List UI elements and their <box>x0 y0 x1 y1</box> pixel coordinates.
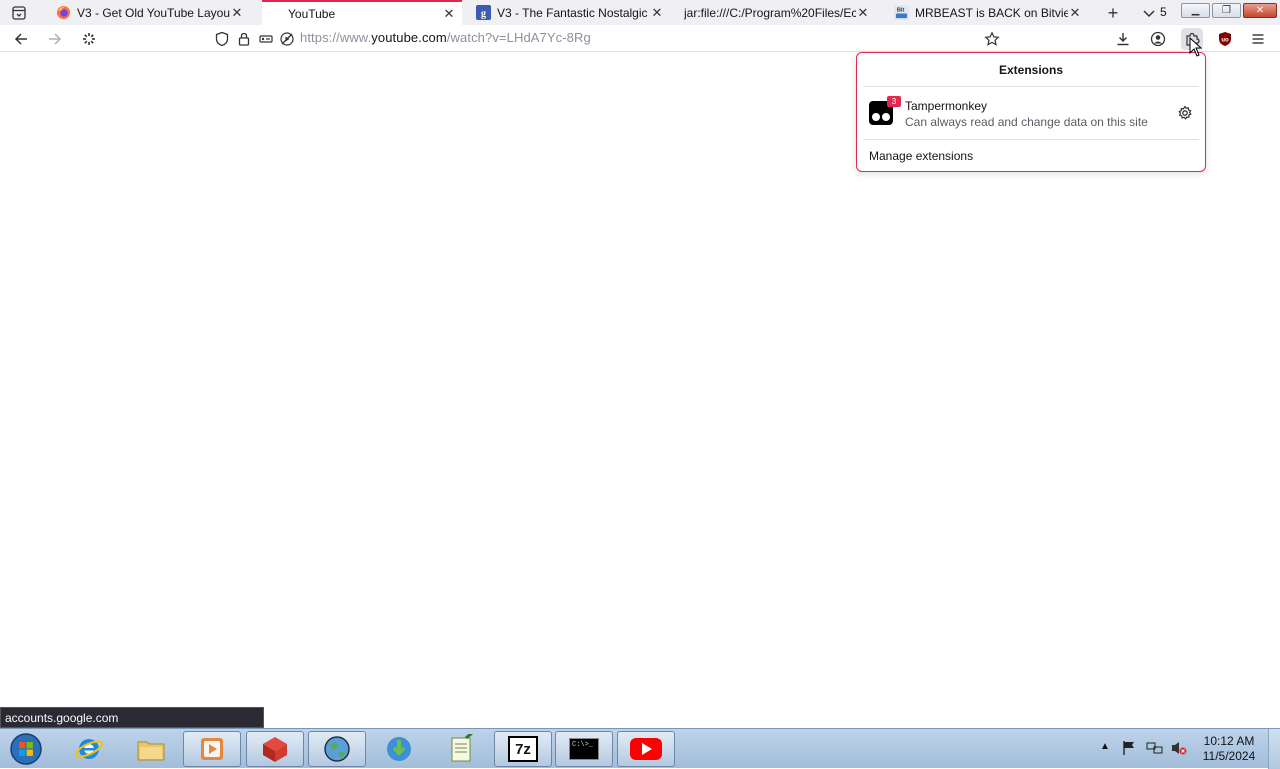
tab-title: jar:file:///C:/Program%20Files/Ec <box>684 5 856 20</box>
downloads-icon[interactable] <box>1112 28 1134 50</box>
account-icon[interactable] <box>1147 28 1169 50</box>
tab-count: 5 <box>1160 5 1167 19</box>
tab-v3-fantastic-nostalgic[interactable]: g V3 - The Fantastic Nostalgic ' ✕ <box>470 0 670 25</box>
tab-jar-file[interactable]: jar:file:///C:/Program%20Files/Ec ✕ <box>678 0 876 25</box>
url-host: youtube.com <box>371 30 447 45</box>
status-link-preview: accounts.google.com <box>0 707 264 728</box>
extension-item-tampermonkey[interactable]: 3 Tampermonkey Can always read and chang… <box>863 93 1199 135</box>
tab-strip: V3 - Get Old YouTube Layout ✕ YouTube ✕ … <box>0 0 1280 25</box>
ublock-origin-icon[interactable]: uo <box>1214 28 1236 50</box>
tab-v3-get-old-layout[interactable]: V3 - Get Old YouTube Layout ✕ <box>50 0 250 25</box>
extensions-panel: Extensions 3 Tampermonkey Can always rea… <box>856 52 1206 172</box>
divider <box>863 139 1199 140</box>
google-g-icon: g <box>476 5 491 20</box>
system-clock[interactable]: 10:12 AM 11/5/2024 <box>1196 734 1262 764</box>
app-red-cube-icon[interactable] <box>246 731 304 767</box>
action-center-flag-icon[interactable] <box>1122 740 1136 759</box>
new-tab-icon[interactable]: + <box>1102 2 1124 24</box>
stop-loading-icon[interactable] <box>78 28 100 50</box>
divider <box>863 86 1199 87</box>
cmd-icon[interactable]: C:\>_ <box>555 731 613 767</box>
start-button[interactable] <box>6 731 46 767</box>
list-all-tabs-icon[interactable] <box>8 2 30 24</box>
download-manager-icon[interactable] <box>370 731 428 767</box>
close-tab-icon[interactable]: ✕ <box>230 5 244 21</box>
tab-title: V3 - Get Old YouTube Layout <box>77 5 230 20</box>
extension-name: Tampermonkey <box>905 99 988 113</box>
tracking-protection-shield-icon[interactable] <box>211 28 233 50</box>
show-hidden-icons-chevron-icon[interactable]: ▲ <box>1100 741 1110 752</box>
bitview-icon: Bit <box>894 5 909 20</box>
cmd-label: C:\>_ <box>569 738 599 760</box>
url-path: /watch?v=LHdA7Yc-8Rg <box>446 30 591 45</box>
internet-explorer-icon[interactable] <box>60 731 118 767</box>
back-arrow-icon[interactable] <box>10 28 32 50</box>
youtube-icon[interactable] <box>617 731 675 767</box>
mouse-cursor-icon <box>1189 36 1203 60</box>
forward-arrow-icon[interactable] <box>44 28 66 50</box>
clock-time: 10:12 AM <box>1203 734 1255 748</box>
firefox-icon <box>56 5 71 20</box>
media-player-icon[interactable] <box>183 731 241 767</box>
url-bar[interactable]: https://www.youtube.com/watch?v=LHdA7Yc-… <box>300 30 591 45</box>
close-tab-icon[interactable]: ✕ <box>1068 5 1082 21</box>
tab-title: MRBEAST is BACK on Bitview <box>915 5 1068 20</box>
extensions-panel-title: Extensions <box>998 63 1064 77</box>
extension-badge: 3 <box>887 96 901 107</box>
close-tab-icon[interactable]: ✕ <box>442 6 456 22</box>
show-desktop-button[interactable] <box>1268 729 1280 769</box>
notepad-icon[interactable] <box>432 731 490 767</box>
close-tab-icon[interactable]: ✕ <box>650 5 664 21</box>
navigation-toolbar: https://www.youtube.com/watch?v=LHdA7Yc-… <box>0 25 1280 52</box>
file-explorer-icon[interactable] <box>122 731 180 767</box>
close-tab-icon[interactable]: ✕ <box>856 5 870 21</box>
app-menu-hamburger-icon[interactable] <box>1247 28 1269 50</box>
extension-description: Can always read and change data on this … <box>905 115 1148 129</box>
network-icon[interactable] <box>1146 740 1164 759</box>
gear-icon[interactable] <box>1175 103 1195 123</box>
manage-extensions-link[interactable]: Manage extensions <box>869 149 973 163</box>
volume-muted-icon[interactable] <box>1170 740 1188 759</box>
tab-overflow-chevron-icon[interactable] <box>1138 2 1160 24</box>
svg-text:g: g <box>481 9 487 20</box>
svg-text:Bit: Bit <box>897 8 905 14</box>
tab-youtube[interactable]: YouTube ✕ <box>262 0 462 25</box>
lock-icon[interactable] <box>233 28 255 50</box>
site-permissions-icon[interactable] <box>255 28 277 50</box>
tab-mrbeast-bitview[interactable]: Bit MRBEAST is BACK on Bitview ✕ <box>888 0 1088 25</box>
restore-button[interactable]: ❐ <box>1212 3 1241 18</box>
url-scheme: https://www. <box>300 30 372 45</box>
tab-title: YouTube <box>288 6 336 21</box>
minimize-button[interactable]: ▁ <box>1181 3 1210 18</box>
tab-title: V3 - The Fantastic Nostalgic ' <box>497 5 650 20</box>
windows-taskbar: 7z C:\>_ ▲ 10:12 AM 11/5/2024 <box>0 728 1280 769</box>
globe-icon[interactable] <box>308 731 366 767</box>
autoplay-blocked-icon[interactable] <box>276 28 298 50</box>
close-window-button[interactable]: ✕ <box>1243 3 1277 18</box>
svg-text:uo: uo <box>1221 38 1229 44</box>
7zip-icon[interactable]: 7z <box>494 731 552 767</box>
clock-date: 11/5/2024 <box>1202 749 1256 763</box>
bookmark-star-icon[interactable] <box>981 28 1003 50</box>
7zip-label: 7z <box>508 736 538 762</box>
